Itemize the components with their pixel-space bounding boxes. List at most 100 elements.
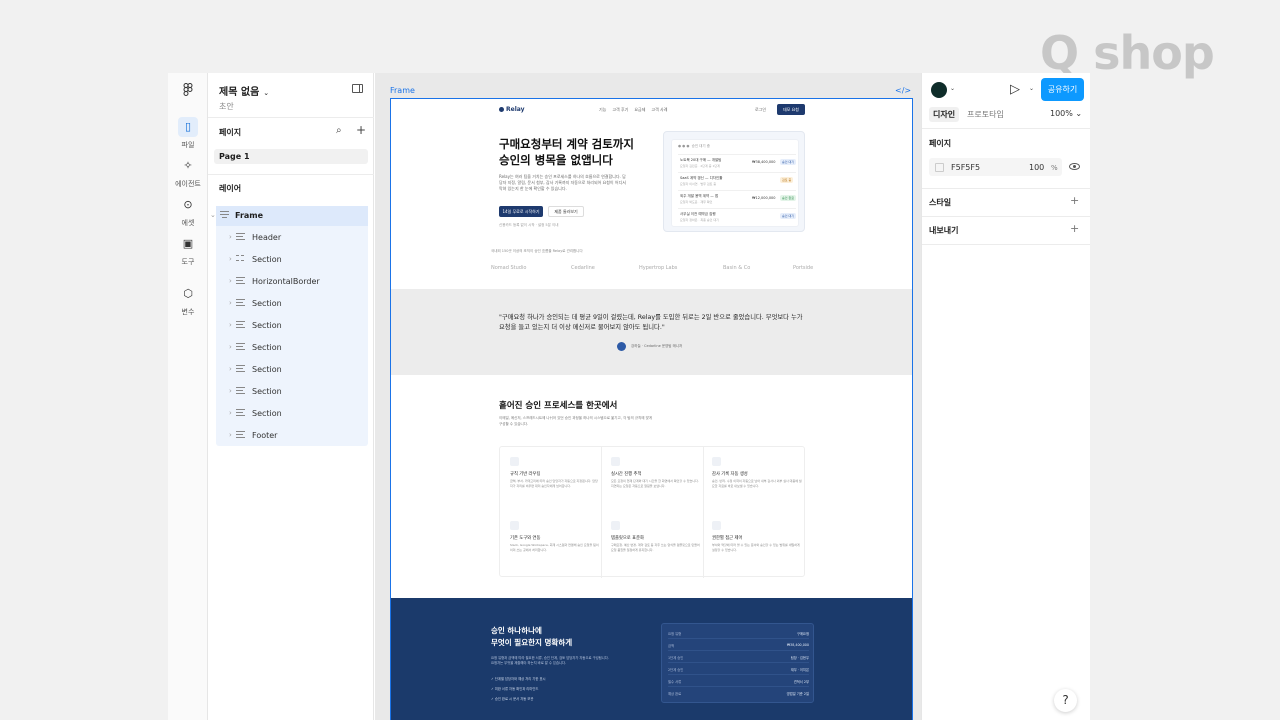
divider	[922, 216, 1090, 217]
chevron-down-icon: ⌄	[1075, 109, 1083, 118]
asset-icon: ⊙	[183, 198, 193, 211]
fill-opacity[interactable]: 100	[1029, 163, 1044, 172]
rail-agent-label: 에이전트	[175, 180, 201, 188]
approval-mockup: ● ● ● 승인 대기 중 노트북 20대 구매 — 개발팀 요청자 김민준 · …	[663, 131, 805, 232]
detail-title: 승인 하나하나에 무엇이 필요한지 명확하게	[491, 626, 573, 647]
export-heading: 내보내기	[929, 226, 959, 235]
mockup-row: 사무실 이전 예약금 집행 요청자 정하은 · 최종 승인 대기 승인 대기	[678, 208, 796, 225]
hero-note: 신용카드 등록 없이 시작 · 설정 5분 이내	[499, 223, 559, 227]
mockup-row: SaaS 계약 갱신 — 디자인툴 요청자 이서연 · 법무 검토 중 검토 중	[678, 172, 796, 189]
layer-name: Section	[252, 343, 282, 352]
rail-agent[interactable]: ✧ 에이전트	[168, 156, 208, 189]
chevron-down-icon[interactable]: ⌄	[210, 211, 216, 219]
site-nav: 기능 고객 후기 요금제 고객 사례	[599, 107, 673, 113]
layer-item[interactable]: › Section	[216, 338, 368, 358]
play-icon[interactable]: ▷	[1010, 82, 1020, 97]
avatar	[617, 342, 626, 351]
check-item: ✓ 미완 서류 자동 확인과 리마인드	[491, 687, 539, 691]
figma-logo-icon[interactable]	[181, 83, 195, 97]
chevron-right-icon[interactable]: ›	[229, 431, 232, 439]
avatar[interactable]	[931, 82, 947, 98]
layer-name: Footer	[252, 431, 278, 440]
site-cta-button: 데모 요청	[777, 104, 805, 115]
customer-logo: Basin & Co	[723, 265, 751, 271]
rail-asset[interactable]: ⊙ 에셋	[168, 195, 208, 228]
grid-icon	[236, 254, 245, 263]
chevron-right-icon[interactable]: ›	[229, 321, 232, 329]
layer-name: Section	[252, 387, 282, 396]
chevron-right-icon[interactable]: ›	[229, 365, 232, 373]
styles-heading: 스타일	[929, 198, 952, 207]
layer-item[interactable]: › Header	[216, 228, 368, 248]
layer-item[interactable]: › Section	[216, 360, 368, 380]
divider	[601, 447, 602, 578]
add-page-icon[interactable]: +	[356, 123, 366, 137]
add-style-icon[interactable]: +	[1070, 194, 1079, 207]
layer-frame[interactable]: ⌄ Frame	[210, 206, 368, 226]
layer-item[interactable]: › Section	[216, 382, 368, 402]
search-icon[interactable]: ⌕	[336, 125, 342, 136]
layout-icon	[236, 342, 245, 351]
rail-variables[interactable]: ⬡ 변수	[168, 284, 208, 317]
layer-item[interactable]: › Section	[216, 250, 368, 270]
frame-label[interactable]: Frame	[390, 86, 415, 95]
chevron-down-icon[interactable]: ⌄	[1029, 85, 1034, 92]
check-item: ✓ 단계별 담당자와 예상 처리 기한 표시	[491, 677, 546, 681]
share-button[interactable]: 공유하기	[1041, 78, 1084, 101]
sidebar-toggle-icon[interactable]	[352, 84, 363, 93]
rail-tools-label: 도구	[181, 258, 195, 266]
requirements-table: 요청 유형 구매요청 금액 ₩38,400,000 1단계 승인 팀장 · 김현우 2…	[661, 623, 814, 703]
layout-icon	[236, 298, 245, 307]
layout-icon	[236, 408, 245, 417]
layer-item[interactable]: › Section	[216, 404, 368, 424]
table-row: 1단계 승인 팀장 · 김현우	[668, 652, 809, 663]
mockup-title: ● ● ● 승인 대기 중	[678, 144, 710, 148]
layer-name: Section	[252, 365, 282, 374]
tool-rail: ▯ 파일 ✧ 에이전트 ⊙ 에셋 ▣ 도구 ⬡ 변수	[168, 73, 208, 720]
add-export-icon[interactable]: +	[1070, 222, 1079, 235]
code-icon[interactable]: </>	[895, 86, 911, 95]
variable-icon: ⬡	[183, 287, 193, 300]
file-title[interactable]: 제목 없음 ⌄	[219, 83, 269, 98]
tab-design[interactable]: 디자인	[929, 107, 960, 122]
file-icon: ▯	[178, 117, 198, 137]
layer-name: Section	[252, 321, 282, 330]
color-swatch[interactable]	[935, 163, 944, 172]
layer-item[interactable]: › Footer	[216, 426, 368, 446]
rail-file[interactable]: ▯ 파일	[168, 117, 208, 150]
eye-icon[interactable]	[1069, 163, 1080, 170]
chevron-right-icon[interactable]: ›	[229, 255, 232, 263]
frame-preview[interactable]: Relay 기능 고객 후기 요금제 고객 사례 로그인 데모 요청 구매요청부터 계…	[390, 98, 913, 720]
chevron-right-icon[interactable]: ›	[229, 343, 232, 351]
layer-name: HorizontalBorder	[252, 277, 320, 286]
chevron-right-icon[interactable]: ›	[229, 409, 232, 417]
chevron-right-icon[interactable]: ›	[229, 387, 232, 395]
chevron-right-icon[interactable]: ›	[229, 299, 232, 307]
feature-icon	[611, 457, 620, 466]
layer-name: Header	[252, 233, 282, 242]
chevron-right-icon[interactable]: ›	[229, 233, 232, 241]
layers-panel: 제목 없음 ⌄ 초안 페이지 ⌕ + Page 1 레이어 ⌄ Frame › H…	[208, 73, 374, 720]
page-item[interactable]: Page 1	[214, 149, 368, 164]
customer-logo: Cedarline	[571, 265, 595, 271]
site-nav-item: 요금제	[634, 107, 646, 112]
feature-icon	[712, 521, 721, 530]
fill-hex[interactable]: F5F5F5	[951, 163, 980, 172]
customer-logo: Portside	[793, 265, 814, 271]
rail-tools[interactable]: ▣ 도구	[168, 234, 208, 267]
help-button[interactable]: ?	[1054, 689, 1077, 712]
page-fill-field[interactable]: F5F5F5 100 %	[929, 158, 1062, 176]
toolbox-icon: ▣	[182, 237, 194, 250]
tab-prototype[interactable]: 프로토타입	[967, 109, 1004, 120]
layout-icon	[236, 430, 245, 439]
zoom-select[interactable]: 100% ⌄	[1050, 109, 1082, 118]
layer-item[interactable]: › Section	[216, 294, 368, 314]
layer-name: Section	[252, 255, 282, 264]
rail-asset-label: 에셋	[181, 219, 195, 227]
layer-item[interactable]: › Section	[216, 316, 368, 336]
chevron-right-icon[interactable]: ›	[229, 277, 232, 285]
layer-item[interactable]: › HorizontalBorder	[216, 272, 368, 292]
canvas[interactable]: Frame </> Relay 기능 고객 후기 요금제 고객 사례 로그인 데모 요…	[375, 73, 921, 720]
chevron-down-icon[interactable]: ⌄	[950, 85, 955, 92]
pages-heading: 페이지	[219, 128, 242, 137]
